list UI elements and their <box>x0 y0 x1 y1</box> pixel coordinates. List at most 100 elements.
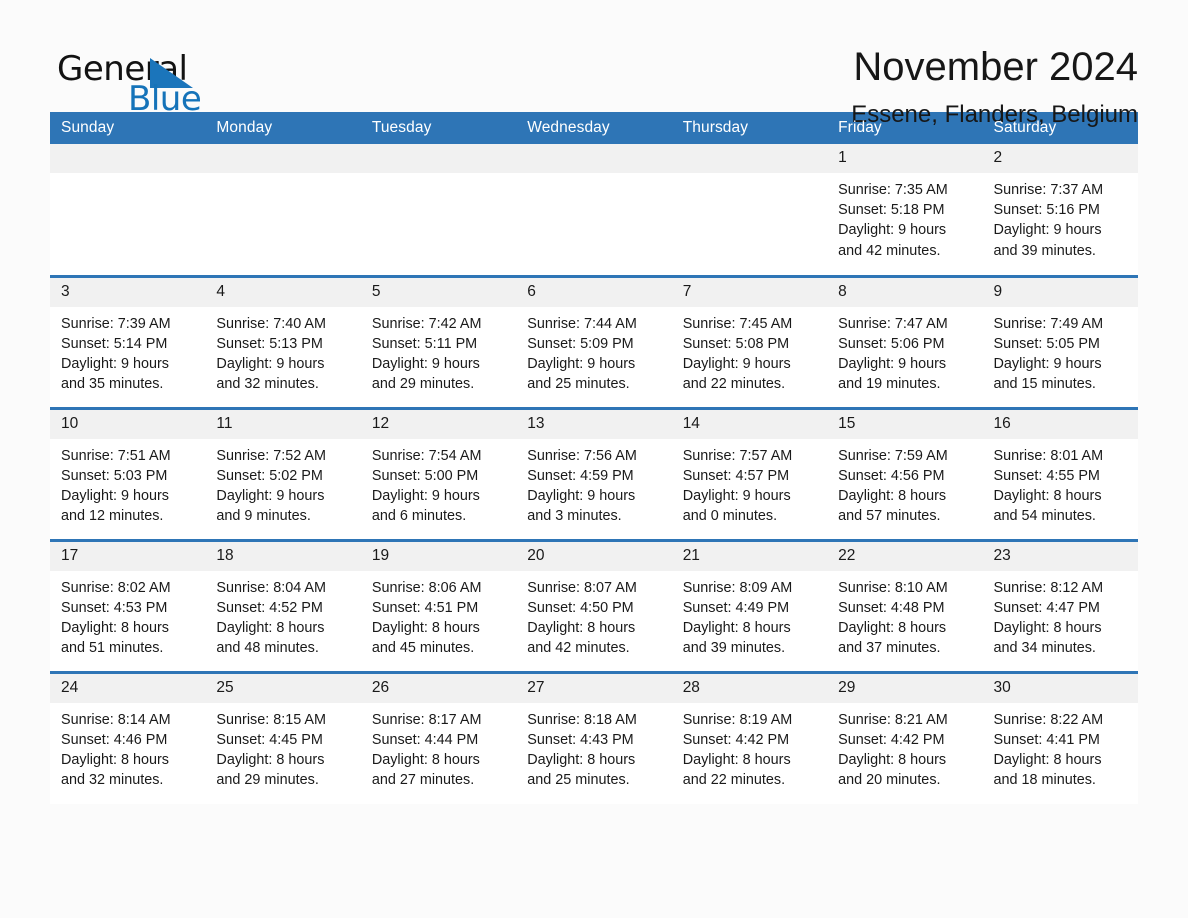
day-number: 13 <box>516 409 672 439</box>
sunrise-text: Sunrise: 7:57 AM <box>682 447 793 464</box>
sunset-text: Sunset: 5:03 PM <box>61 467 168 484</box>
sunset-text: Sunset: 5:16 PM <box>993 202 1100 219</box>
day-details: Sunrise: 7:45 AM Sunset: 5:08 PM Daylight:… <box>672 307 827 395</box>
calendar-day-cell[interactable]: 13 Sunrise: 7:56 AM Sunset: 4:59 PM Dayligh… <box>516 406 672 540</box>
calendar-day-cell[interactable]: 19 Sunrise: 8:06 AM Sunset: 4:51 PM Dayligh… <box>360 538 517 672</box>
sunset-text: Sunset: 4:44 PM <box>371 731 479 748</box>
calendar-empty-cell <box>516 144 672 276</box>
daylight-line2-text: and 22 minutes. <box>682 376 786 393</box>
sunrise-text: Sunrise: 8:19 AM <box>682 711 793 728</box>
daylight-line2-text: and 27 minutes. <box>371 772 475 789</box>
calendar-week-row: 3 Sunrise: 7:39 AM Sunset: 5:14 PM Daylight… <box>50 274 1138 408</box>
day-number: 10 <box>50 409 206 439</box>
day-details: Sunrise: 7:40 AM Sunset: 5:13 PM Daylight:… <box>205 307 360 395</box>
sunset-text: Sunset: 4:42 PM <box>838 731 945 748</box>
sunset-text: Sunset: 4:51 PM <box>371 599 479 616</box>
calendar-day-cell[interactable]: 21 Sunrise: 8:09 AM Sunset: 4:49 PM Dayligh… <box>671 538 828 672</box>
daylight-line1-text: Daylight: 8 hours <box>993 619 1102 636</box>
day-details: Sunrise: 8:22 AM Sunset: 4:41 PM Daylight:… <box>983 703 1138 791</box>
daylight-line1-text: Daylight: 9 hours <box>838 355 947 372</box>
sunset-text: Sunset: 5:18 PM <box>838 202 945 219</box>
calendar-day-cell[interactable]: 11 Sunrise: 7:52 AM Sunset: 5:02 PM Dayligh… <box>205 406 361 540</box>
day-number: 1 <box>827 144 983 173</box>
sunset-text: Sunset: 5:14 PM <box>61 335 168 352</box>
sunset-text: Sunset: 4:43 PM <box>527 731 634 748</box>
sunset-text: Sunset: 4:53 PM <box>61 599 168 616</box>
calendar-day-cell[interactable]: 30 Sunrise: 8:22 AM Sunset: 4:41 PM Dayligh… <box>982 670 1138 804</box>
sunset-text: Sunset: 5:09 PM <box>527 335 634 352</box>
daylight-line2-text: and 42 minutes. <box>527 640 630 657</box>
day-details: Sunrise: 7:42 AM Sunset: 5:11 PM Daylight:… <box>361 307 516 395</box>
day-cell-inner: 28 Sunrise: 8:19 AM Sunset: 4:42 PM Dayligh… <box>671 673 828 805</box>
calendar-week-row: 24 Sunrise: 8:14 AM Sunset: 4:46 PM Dayligh… <box>50 670 1138 805</box>
sunrise-text: Sunrise: 8:18 AM <box>527 711 637 728</box>
calendar-day-cell[interactable]: 27 Sunrise: 8:18 AM Sunset: 4:43 PM Dayligh… <box>516 670 672 805</box>
sunset-text: Sunset: 4:52 PM <box>216 599 323 616</box>
calendar-day-cell[interactable]: 17 Sunrise: 8:02 AM Sunset: 4:53 PM Dayligh… <box>50 538 206 672</box>
general-blue-logo: General Blue <box>50 44 202 119</box>
day-number: 27 <box>516 673 672 703</box>
calendar-day-cell[interactable]: 15 Sunrise: 7:59 AM Sunset: 4:56 PM Dayligh… <box>827 406 983 540</box>
calendar-day-cell[interactable]: 12 Sunrise: 7:54 AM Sunset: 5:00 PM Dayligh… <box>360 406 517 540</box>
day-number <box>205 144 361 173</box>
sunset-text: Sunset: 5:08 PM <box>682 335 790 352</box>
day-cell-inner <box>516 144 672 275</box>
calendar-day-cell[interactable]: 25 Sunrise: 8:15 AM Sunset: 4:45 PM Dayligh… <box>205 670 361 804</box>
page-title: November 2024 <box>853 45 1138 89</box>
day-details: Sunrise: 8:02 AM Sunset: 4:53 PM Daylight:… <box>50 571 205 659</box>
day-details: Sunrise: 8:18 AM Sunset: 4:43 PM Daylight:… <box>516 703 671 791</box>
day-number: 8 <box>827 277 983 307</box>
calendar-day-cell[interactable]: 1 Sunrise: 7:35 AM Sunset: 5:18 PM Daylight… <box>827 144 983 276</box>
daylight-line1-text: Daylight: 9 hours <box>993 222 1102 239</box>
calendar-day-cell[interactable]: 29 Sunrise: 8:21 AM Sunset: 4:42 PM Dayligh… <box>827 670 983 804</box>
day-cell-inner: 7 Sunrise: 7:45 AM Sunset: 5:08 PM Daylight… <box>671 277 828 407</box>
daylight-line1-text: Daylight: 9 hours <box>993 355 1102 372</box>
calendar-day-cell[interactable]: 18 Sunrise: 8:04 AM Sunset: 4:52 PM Dayligh… <box>205 538 361 672</box>
daylight-line1-text: Daylight: 8 hours <box>838 751 947 768</box>
calendar-day-cell[interactable]: 23 Sunrise: 8:12 AM Sunset: 4:47 PM Dayligh… <box>982 538 1138 672</box>
sunset-text: Sunset: 5:11 PM <box>371 335 478 352</box>
daylight-line1-text: Daylight: 8 hours <box>527 619 636 636</box>
daylight-line2-text: and 12 minutes. <box>61 508 164 525</box>
calendar-day-cell[interactable]: 26 Sunrise: 8:17 AM Sunset: 4:44 PM Dayligh… <box>360 670 517 804</box>
calendar-day-cell[interactable]: 20 Sunrise: 8:07 AM Sunset: 4:50 PM Dayligh… <box>516 538 672 672</box>
calendar-day-cell[interactable]: 22 Sunrise: 8:10 AM Sunset: 4:48 PM Dayligh… <box>827 538 983 672</box>
day-cell-inner: 27 Sunrise: 8:18 AM Sunset: 4:43 PM Dayligh… <box>516 673 672 805</box>
daylight-line2-text: and 32 minutes. <box>216 376 319 393</box>
calendar-day-cell[interactable]: 28 Sunrise: 8:19 AM Sunset: 4:42 PM Dayligh… <box>671 670 828 805</box>
day-cell-inner: 16 Sunrise: 8:01 AM Sunset: 4:55 PM Dayligh… <box>982 409 1138 539</box>
calendar-day-cell[interactable]: 14 Sunrise: 7:57 AM Sunset: 4:57 PM Dayligh… <box>671 406 828 540</box>
day-cell-inner: 6 Sunrise: 7:44 AM Sunset: 5:09 PM Daylight… <box>516 277 672 407</box>
day-details: Sunrise: 7:54 AM Sunset: 5:00 PM Daylight:… <box>361 439 516 527</box>
day-number: 15 <box>827 409 983 439</box>
day-number: 2 <box>982 144 1138 173</box>
sunset-text: Sunset: 5:00 PM <box>371 467 479 484</box>
calendar-day-cell[interactable]: 6 Sunrise: 7:44 AM Sunset: 5:09 PM Daylight… <box>516 274 672 408</box>
calendar-day-cell[interactable]: 9 Sunrise: 7:49 AM Sunset: 5:05 PM Daylight… <box>982 274 1138 408</box>
logo-text-blue: Blue <box>128 79 202 119</box>
sunrise-text: Sunrise: 8:14 AM <box>61 711 171 728</box>
day-number: 20 <box>516 541 672 571</box>
sunset-text: Sunset: 4:48 PM <box>838 599 945 616</box>
calendar-day-cell[interactable]: 24 Sunrise: 8:14 AM Sunset: 4:46 PM Dayligh… <box>50 670 206 804</box>
sunrise-text: Sunrise: 7:52 AM <box>216 447 327 464</box>
calendar-day-cell[interactable]: 4 Sunrise: 7:40 AM Sunset: 5:13 PM Daylight… <box>205 274 361 408</box>
calendar-day-cell[interactable]: 7 Sunrise: 7:45 AM Sunset: 5:08 PM Daylight… <box>671 274 828 408</box>
calendar-day-cell[interactable]: 16 Sunrise: 8:01 AM Sunset: 4:55 PM Dayligh… <box>982 406 1138 540</box>
day-cell-inner: 3 Sunrise: 7:39 AM Sunset: 5:14 PM Daylight… <box>50 277 206 407</box>
sunrise-text: Sunrise: 8:07 AM <box>527 579 637 596</box>
calendar-day-cell[interactable]: 3 Sunrise: 7:39 AM Sunset: 5:14 PM Daylight… <box>50 274 206 408</box>
daylight-line2-text: and 19 minutes. <box>838 376 941 393</box>
calendar-day-cell[interactable]: 8 Sunrise: 7:47 AM Sunset: 5:06 PM Daylight… <box>827 274 983 408</box>
day-cell-inner <box>205 144 361 275</box>
calendar-body: 1 Sunrise: 7:35 AM Sunset: 5:18 PM Daylight… <box>50 144 1138 804</box>
daylight-line1-text: Daylight: 8 hours <box>61 751 169 768</box>
calendar-day-cell[interactable]: 5 Sunrise: 7:42 AM Sunset: 5:11 PM Daylight… <box>360 274 517 408</box>
calendar-day-cell[interactable]: 2 Sunrise: 7:37 AM Sunset: 5:16 PM Daylight… <box>982 144 1138 276</box>
day-number <box>50 144 206 173</box>
day-cell-inner: 5 Sunrise: 7:42 AM Sunset: 5:11 PM Daylight… <box>360 277 517 407</box>
calendar-empty-cell <box>360 144 517 276</box>
calendar-day-cell[interactable]: 10 Sunrise: 7:51 AM Sunset: 5:03 PM Dayligh… <box>50 406 206 540</box>
daylight-line1-text: Daylight: 8 hours <box>682 619 791 636</box>
daylight-line1-text: Daylight: 8 hours <box>216 619 325 636</box>
